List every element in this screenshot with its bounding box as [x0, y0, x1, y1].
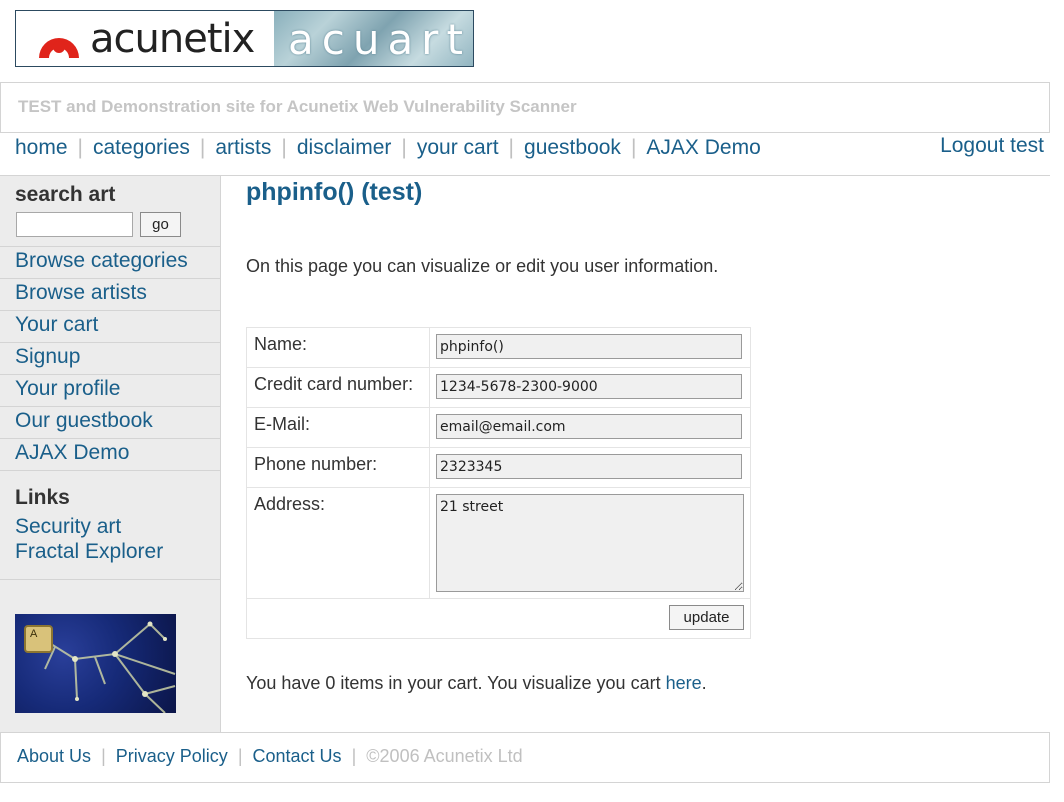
nav-separator: | [199, 136, 206, 159]
update-button[interactable]: update [669, 605, 744, 630]
acunetix-logo-text: acunetix [90, 16, 255, 62]
nav-separator: | [77, 136, 83, 159]
sidebar-item-browse-categories[interactable]: Browse categories [15, 249, 188, 272]
nav-ajax-demo[interactable]: AJAX Demo [646, 136, 760, 160]
search-title: search art [15, 183, 116, 206]
credit-card-label: Credit card number: [246, 367, 430, 408]
links-divider [0, 579, 220, 580]
nav-artists[interactable]: artists [215, 136, 271, 160]
nav-separator: | [281, 136, 287, 159]
cart-note-text: You have 0 items in your cart. You visua… [246, 673, 661, 693]
fractal-explorer-image[interactable]: A [15, 614, 176, 713]
search-go-button[interactable]: go [140, 212, 181, 237]
sidebar-item-our-guestbook[interactable]: Our guestbook [15, 409, 153, 432]
cart-note: You have 0 items in your cart. You visua… [246, 673, 707, 694]
top-navigation: home | categories | artists | disclaimer… [15, 134, 1050, 162]
links-title: Links [15, 486, 70, 509]
sidebar-item-browse-artists[interactable]: Browse artists [15, 281, 147, 304]
fractal-badge: A [24, 625, 53, 653]
name-field[interactable] [436, 334, 742, 359]
credit-card-field[interactable] [436, 374, 742, 399]
links-list: Security art Fractal Explorer [15, 514, 163, 564]
link-security-art[interactable]: Security art [15, 515, 121, 538]
phone-label: Phone number: [246, 447, 430, 488]
site-tagline: TEST and Demonstration site for Acunetix… [0, 82, 1050, 133]
page-title: phpinfo() (test) [246, 178, 423, 206]
search-input[interactable] [16, 212, 133, 237]
nav-separator: | [630, 136, 637, 159]
address-label: Address: [246, 487, 430, 599]
sidebar-item-ajax-demo[interactable]: AJAX Demo [15, 441, 129, 464]
footer: About Us | Privacy Policy | Contact Us |… [0, 732, 1050, 783]
site-logo[interactable]: acunetix acuart [15, 10, 474, 67]
user-info-form: Name: Credit card number: E-Mail: Phone … [246, 327, 751, 639]
footer-copyright: ©2006 Acunetix Ltd [366, 746, 523, 766]
link-fractal-explorer[interactable]: Fractal Explorer [15, 540, 163, 563]
email-label: E-Mail: [246, 407, 430, 448]
cart-note-period: . [701, 673, 707, 693]
intro-text: On this page you can visualize or edit y… [246, 256, 719, 276]
cart-here-link[interactable]: here [666, 673, 702, 693]
nav-disclaimer[interactable]: disclaimer [297, 136, 392, 160]
sidebar-item-your-profile[interactable]: Your profile [15, 377, 120, 400]
footer-separator: | [101, 746, 106, 766]
footer-privacy-link[interactable]: Privacy Policy [116, 746, 228, 766]
footer-contact-link[interactable]: Contact Us [253, 746, 342, 766]
nav-categories[interactable]: categories [93, 136, 190, 160]
email-field[interactable] [436, 414, 742, 439]
footer-separator: | [351, 746, 357, 766]
nav-separator: | [508, 136, 515, 159]
address-field[interactable]: 21 street [436, 494, 744, 592]
nav-home[interactable]: home [15, 136, 68, 160]
sidebar-item-signup[interactable]: Signup [15, 345, 80, 368]
sidebar-item-your-cart[interactable]: Your cart [15, 313, 98, 336]
name-label: Name: [246, 327, 430, 368]
acunetix-mark-icon [39, 38, 79, 58]
logout-link[interactable]: Logout test [940, 134, 1044, 158]
acuart-logo-text: acuart [288, 15, 471, 64]
nav-your-cart[interactable]: your cart [417, 136, 499, 160]
phone-field[interactable] [436, 454, 742, 479]
footer-about-link[interactable]: About Us [17, 746, 91, 766]
acuart-logo: acuart [274, 11, 473, 66]
sidebar: search art go Browse categories Browse a… [0, 176, 221, 732]
sidebar-menu: Browse categories Browse artists Your ca… [0, 246, 220, 471]
acunetix-logo: acunetix [16, 11, 274, 66]
nav-separator: | [401, 136, 407, 159]
nav-guestbook[interactable]: guestbook [524, 136, 621, 160]
footer-separator: | [237, 746, 243, 766]
